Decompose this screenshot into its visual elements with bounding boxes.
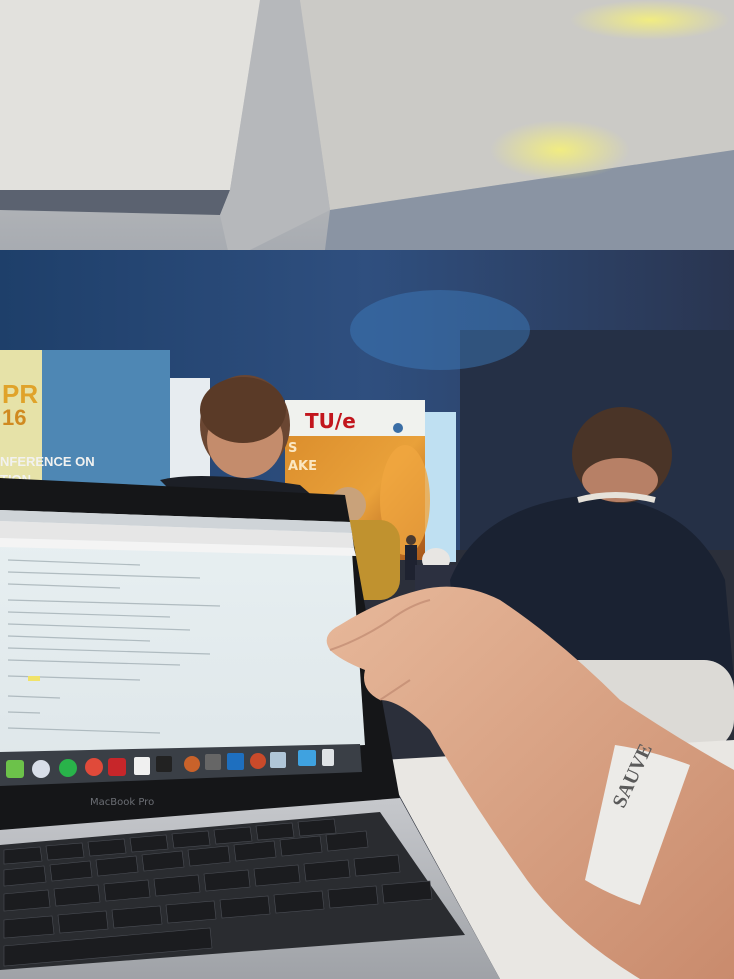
ceiling-light-glow — [490, 120, 630, 180]
ceiling-panel-left — [0, 0, 260, 190]
downloads-icon[interactable] — [298, 750, 316, 766]
finder-icon[interactable] — [6, 760, 24, 778]
preview-icon[interactable] — [134, 757, 150, 775]
filezilla-icon[interactable] — [108, 758, 126, 776]
scene-svg: PR 16 NFERENCE ON TION TU/e S AKE — [0, 0, 734, 979]
spotify-icon[interactable] — [59, 759, 77, 777]
trash-icon[interactable] — [322, 749, 334, 766]
app-icon[interactable] — [250, 753, 266, 769]
person-left-hair — [200, 377, 286, 443]
banner-text-2: 16 — [2, 405, 26, 430]
launchpad-icon[interactable] — [184, 756, 200, 772]
tue-logo: TU/e — [305, 409, 356, 433]
terminal-icon[interactable] — [156, 756, 172, 772]
slide-text-2: AKE — [288, 459, 317, 474]
slide-text-1: S — [288, 441, 297, 456]
chrome-icon[interactable] — [85, 758, 103, 776]
slide-emblem-icon — [393, 423, 403, 433]
corner-light-glow — [570, 0, 730, 40]
laptop-brand: MacBook Pro — [90, 797, 154, 808]
folder-icon[interactable] — [270, 752, 286, 768]
photoshop-icon[interactable] — [227, 753, 244, 770]
system-icon[interactable] — [205, 754, 221, 770]
banner-text-3: NFERENCE ON — [0, 454, 95, 469]
speaker-head — [406, 535, 416, 545]
itunes-icon[interactable] — [32, 760, 50, 778]
conference-photo: PR 16 NFERENCE ON TION TU/e S AKE — [0, 0, 734, 979]
wall-blue-uplight — [350, 290, 530, 370]
code-highlight — [28, 676, 40, 681]
